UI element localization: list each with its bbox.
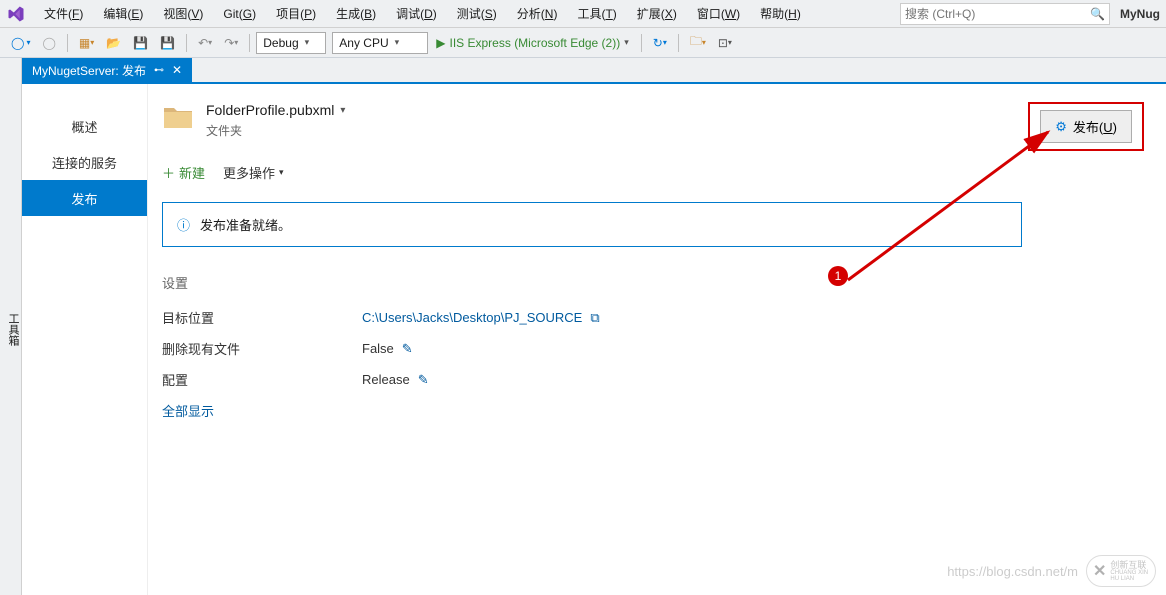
save-all-button[interactable]: 💾 — [155, 32, 180, 54]
menu-help[interactable]: 帮助(H) — [750, 1, 811, 26]
undo-button[interactable]: ↶▾ — [193, 32, 217, 54]
vs-logo-icon — [6, 4, 26, 24]
nav-publish[interactable]: 发布 — [22, 180, 147, 216]
copy-icon[interactable]: ⧉ — [590, 310, 599, 326]
settings-value: Release ✎ — [362, 370, 429, 389]
separator — [249, 34, 250, 52]
quick-search-input[interactable]: 🔍 — [900, 3, 1110, 25]
nav-overview[interactable]: 概述 — [22, 108, 147, 144]
profile-subtitle: 文件夹 — [206, 122, 345, 139]
run-button[interactable]: ▶ IIS Express (Microsoft Edge (2)) ▾ — [430, 32, 634, 54]
watermark-url: https://blog.csdn.net/m — [947, 564, 1078, 579]
more-actions-button[interactable]: 更多操作 ▾ — [223, 163, 284, 182]
search-field[interactable] — [905, 7, 1090, 21]
settings-label: 目标位置 — [162, 308, 362, 327]
document-tab-bar: MyNugetServer: 发布 ⊷ ✕ — [22, 58, 1166, 84]
settings-row-config: 配置 Release ✎ — [162, 370, 1022, 389]
search-icon: 🔍 — [1090, 7, 1105, 21]
separator — [186, 34, 187, 52]
doc-tab-publish[interactable]: MyNugetServer: 发布 ⊷ ✕ — [22, 58, 192, 82]
menu-debug[interactable]: 调试(D) — [386, 1, 447, 26]
main-toolbar: ◯ ▾ ◯ ▦▾ 📂 💾 💾 ↶▾ ↷▾ Debug▾ Any CPU▾ ▶ I… — [0, 28, 1166, 58]
nav-connected-services[interactable]: 连接的服务 — [22, 144, 147, 180]
settings-row-delete: 删除现有文件 False ✎ — [162, 339, 1022, 358]
close-icon[interactable]: ✕ — [172, 63, 182, 77]
action-row: ＋ 新建 更多操作 ▾ — [162, 163, 1144, 182]
publish-icon: ⚙ — [1055, 119, 1067, 135]
menu-project[interactable]: 项目(P) — [266, 1, 326, 26]
profile-header: FolderProfile.pubxml ▾ 文件夹 — [162, 102, 1144, 139]
new-profile-button[interactable]: ＋ 新建 — [162, 163, 205, 182]
edit-icon[interactable]: ✎ — [402, 341, 413, 357]
menu-edit[interactable]: 编辑(E) — [93, 1, 153, 26]
info-icon: ⓘ — [177, 215, 190, 234]
watermark-logo: ✕ 创新互联 CHUANG XIN HU LIAN — [1086, 555, 1156, 587]
publish-panel: FolderProfile.pubxml ▾ 文件夹 ⚙ 发布(U) ＋ 新建 … — [148, 84, 1166, 595]
menu-file[interactable]: 文件(F) — [34, 1, 93, 26]
settings-block: 设置 目标位置 C:\Users\Jacks\Desktop\PJ_SOURCE… — [162, 273, 1022, 420]
open-button[interactable]: 📂 — [101, 32, 126, 54]
status-box: ⓘ 发布准备就绪。 — [162, 202, 1022, 247]
target-location-link[interactable]: C:\Users\Jacks\Desktop\PJ_SOURCE ⧉ — [362, 308, 600, 327]
plus-icon: ＋ — [162, 163, 175, 182]
menu-git[interactable]: Git(G) — [213, 3, 266, 25]
separator — [67, 34, 68, 52]
chevron-down-icon[interactable]: ▾ — [340, 105, 345, 116]
menu-extensions[interactable]: 扩展(X) — [627, 1, 687, 26]
settings-value: False ✎ — [362, 339, 413, 358]
menu-window[interactable]: 窗口(W) — [687, 1, 750, 26]
separator — [641, 34, 642, 52]
menu-tools[interactable]: 工具(T) — [567, 1, 626, 26]
edit-icon[interactable]: ✎ — [418, 372, 429, 388]
menu-view[interactable]: 视图(V) — [153, 1, 213, 26]
menu-build[interactable]: 生成(B) — [326, 1, 386, 26]
tab-title: MyNugetServer: 发布 — [32, 62, 146, 79]
chevron-down-icon: ▾ — [279, 167, 284, 178]
annotation-badge-1: 1 — [828, 266, 848, 286]
settings-row-target: 目标位置 C:\Users\Jacks\Desktop\PJ_SOURCE ⧉ — [162, 308, 1022, 327]
new-project-button[interactable]: ▦▾ — [74, 32, 99, 54]
back-button[interactable]: ◯ ▾ — [6, 32, 35, 54]
more-button[interactable]: ⊡▾ — [713, 32, 737, 54]
menu-bar: 文件(F) 编辑(E) 视图(V) Git(G) 项目(P) 生成(B) 调试(… — [0, 0, 1166, 28]
refresh-button[interactable]: ↻▾ — [648, 32, 672, 54]
toolbox-panel-tab[interactable]: 工具箱 — [0, 58, 22, 595]
play-icon: ▶ — [436, 36, 445, 50]
settings-label: 删除现有文件 — [162, 339, 362, 358]
platform-combo[interactable]: Any CPU▾ — [332, 32, 428, 54]
watermark-x-icon: ✕ — [1093, 561, 1106, 581]
config-combo[interactable]: Debug▾ — [256, 32, 326, 54]
publish-button-highlight: ⚙ 发布(U) — [1028, 102, 1144, 151]
browser-link-button[interactable]: 🗀▾ — [685, 32, 711, 54]
solution-name: MyNug — [1120, 7, 1160, 21]
show-all-link[interactable]: 全部显示 — [162, 401, 1022, 420]
watermark: https://blog.csdn.net/m ✕ 创新互联 CHUANG XI… — [947, 555, 1156, 587]
left-nav: 概述 连接的服务 发布 — [22, 84, 148, 595]
status-text: 发布准备就绪。 — [200, 215, 291, 234]
pin-icon[interactable]: ⊷ — [154, 65, 164, 76]
separator — [678, 34, 679, 52]
menu-analyze[interactable]: 分析(N) — [507, 1, 568, 26]
profile-name[interactable]: FolderProfile.pubxml ▾ — [206, 102, 345, 118]
forward-button[interactable]: ◯ — [37, 32, 60, 54]
publish-button[interactable]: ⚙ 发布(U) — [1040, 110, 1132, 143]
settings-title: 设置 — [162, 273, 1022, 292]
folder-icon — [162, 102, 194, 130]
save-button[interactable]: 💾 — [128, 32, 153, 54]
redo-button[interactable]: ↷▾ — [219, 32, 243, 54]
content-area: 概述 连接的服务 发布 FolderProfile.pubxml ▾ 文件夹 ⚙… — [22, 84, 1166, 595]
settings-label: 配置 — [162, 370, 362, 389]
menu-test[interactable]: 测试(S) — [447, 1, 507, 26]
